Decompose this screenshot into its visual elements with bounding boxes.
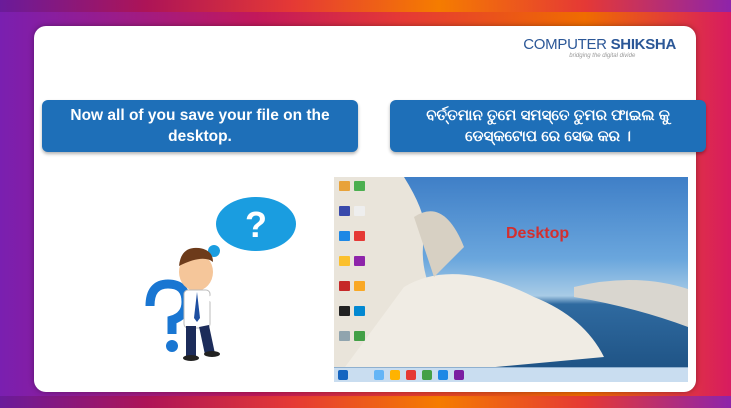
taskbar-media-icon[interactable] xyxy=(406,370,416,380)
logo-tagline: bridging the digital divide xyxy=(569,53,636,59)
english-instruction-box: Now all of you save your file on the des… xyxy=(42,100,358,152)
thinking-man-illustration: ? xyxy=(145,197,296,361)
logo-brand-left: COMPUTER xyxy=(523,36,607,53)
taskbar-folder-icon[interactable] xyxy=(390,370,400,380)
odia-instruction-box: ବର୍ତ୍ତମାନ ତୁମେ ସମସ୍ତେ ତୁମର ଫାଇଲ କୁ ଡେସ୍କ… xyxy=(390,100,706,152)
rock-landscape xyxy=(334,177,688,382)
file-icon[interactable] xyxy=(339,331,350,341)
computer-shiksha-logo: COMPUTER SHIKSHA bridging the digital di… xyxy=(523,36,676,59)
taskbar-app2-icon[interactable] xyxy=(454,370,464,380)
frame-bottom-border xyxy=(0,396,731,408)
amazon-icon[interactable] xyxy=(339,306,350,316)
start-icon[interactable] xyxy=(338,370,348,380)
shortcut-icon[interactable] xyxy=(339,256,350,266)
desktop-icon-column xyxy=(337,179,371,354)
folder-icon[interactable] xyxy=(339,181,350,191)
app-icon[interactable] xyxy=(354,181,365,191)
archive-icon[interactable] xyxy=(354,281,365,291)
pdf-icon[interactable] xyxy=(339,281,350,291)
logo-brand-right: SHIKSHA xyxy=(610,36,677,53)
browser-icon[interactable] xyxy=(354,306,365,316)
slide-card: COMPUTER SHIKSHA bridging the digital di… xyxy=(34,26,706,392)
desktop-label: Desktop xyxy=(506,225,570,242)
media-icon[interactable] xyxy=(354,256,365,266)
taskbar-browser-icon[interactable] xyxy=(374,370,384,380)
document-icon[interactable] xyxy=(354,206,365,216)
computer-icon[interactable] xyxy=(339,206,350,216)
desktop-screenshot: Desktop xyxy=(334,177,688,382)
taskbar-app-icon[interactable] xyxy=(422,370,432,380)
taskbar xyxy=(334,367,688,382)
logo-title: COMPUTER SHIKSHA xyxy=(523,36,676,53)
program-icon[interactable] xyxy=(354,231,365,241)
recycle-bin-icon[interactable] xyxy=(354,331,365,341)
frame-top-border xyxy=(0,0,731,12)
question-mark-icon: ? xyxy=(245,204,267,245)
network-icon[interactable] xyxy=(339,231,350,241)
taskbar-word-icon[interactable] xyxy=(438,370,448,380)
